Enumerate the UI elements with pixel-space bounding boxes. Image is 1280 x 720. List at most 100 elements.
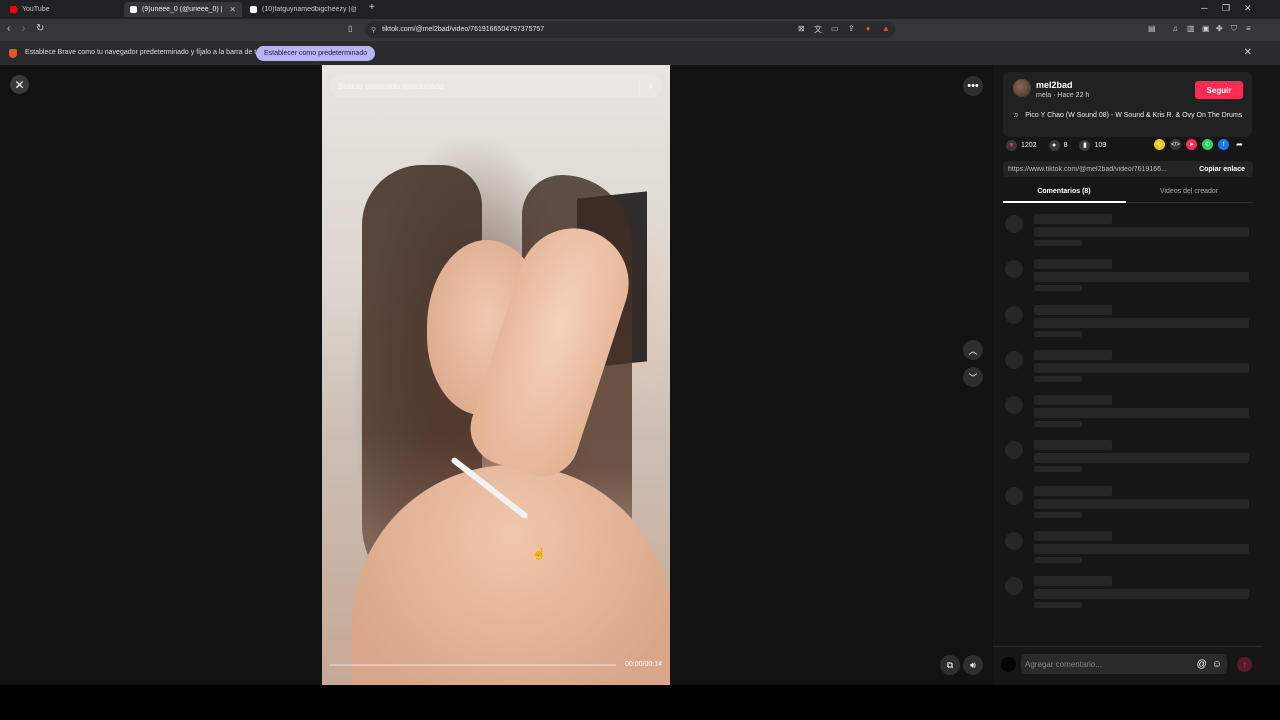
brave-rewards-icon[interactable]: ▲ <box>882 24 890 33</box>
skeleton-placeholder <box>1034 317 1249 328</box>
more-options-button[interactable]: ••• <box>963 76 983 96</box>
emoji-icon[interactable]: ☺ <box>1212 659 1222 670</box>
video-link[interactable]: https://www.tiktok.com/@mel2bad/video/76… <box>1008 166 1199 173</box>
comment-skeleton <box>1003 347 1253 392</box>
skeleton-placeholder <box>1034 511 1082 518</box>
follow-button[interactable]: Seguir <box>1195 81 1243 99</box>
skeleton-placeholder <box>1034 285 1082 292</box>
media-icon[interactable]: ⊠ <box>798 24 805 33</box>
tab-title: (9)urieee_0 (@urieee_0) | TikT <box>142 6 223 13</box>
avatar <box>1001 657 1016 672</box>
back-icon[interactable]: ‹ <box>7 23 10 34</box>
skeleton-placeholder <box>1034 375 1082 382</box>
default-browser-infobar: Establece Brave como tu navegador predet… <box>0 40 1280 65</box>
music-link[interactable]: ♫ Pico Y Chao (W Sound 08) - W Sound & K… <box>1013 112 1242 119</box>
tab-youtube[interactable]: YouTube <box>4 2 122 17</box>
author-username[interactable]: mel2bad <box>1036 80 1073 90</box>
send-to-friends-icon[interactable]: ➤ <box>1186 139 1197 150</box>
mention-icon[interactable]: @ <box>1197 659 1207 670</box>
close-window-icon[interactable]: ✕ <box>1244 3 1252 14</box>
comment-skeleton <box>1003 483 1253 528</box>
translate-icon[interactable]: 文 <box>814 24 822 35</box>
minimize-icon[interactable]: ─ <box>1201 3 1207 13</box>
tiktok-icon <box>250 6 257 13</box>
video-player[interactable] <box>322 65 670 685</box>
skeleton-placeholder <box>1034 362 1249 373</box>
set-default-button[interactable]: Establecer como predeterminado <box>256 46 376 61</box>
save-count: 109 <box>1094 141 1107 149</box>
tab-urieee[interactable]: (9)urieee_0 (@urieee_0) | TikT ✕ <box>124 2 242 17</box>
share-buttons: ↻ </> ➤ ✆ f ➦ <box>1154 139 1250 150</box>
video-time: 00:00/00:14 <box>625 661 662 668</box>
music-icon[interactable]: ♫ <box>1172 24 1178 33</box>
cast-icon[interactable]: ▭ <box>831 24 839 33</box>
sidebar-icon[interactable]: ▥ <box>1187 24 1195 33</box>
comment-input[interactable]: Agregar comentario... @ ☺ <box>1021 654 1227 674</box>
skeleton-placeholder <box>1034 304 1112 315</box>
send-comment-button[interactable]: ↑ <box>1237 657 1252 672</box>
close-infobar-icon[interactable]: ✕ <box>1244 47 1252 58</box>
volume-button[interactable]: 🔊︎ <box>963 655 983 675</box>
brave-logo-icon <box>9 49 17 58</box>
skeleton-placeholder <box>1005 577 1023 596</box>
skeleton-placeholder <box>1034 544 1249 555</box>
video-progress-bar[interactable] <box>330 664 616 666</box>
author-subtitle: mela · Hace 22 h <box>1036 92 1090 99</box>
close-video-button[interactable]: ✕ <box>10 75 29 94</box>
share-page-icon[interactable]: ⇪ <box>848 24 855 33</box>
restore-icon[interactable]: ❐ <box>1222 3 1230 14</box>
skeleton-placeholder <box>1005 532 1023 551</box>
reload-icon[interactable]: ↻ <box>36 23 44 34</box>
vpn-icon[interactable]: ⛉ <box>1231 24 1237 34</box>
skeleton-placeholder <box>1005 486 1023 505</box>
video-details-panel: mel2bad mela · Hace 22 h Seguir ♫ Pico Y… <box>993 65 1262 685</box>
close-tab-icon[interactable]: ✕ <box>229 5 236 14</box>
search-icon[interactable]: ⌕ <box>648 81 654 92</box>
next-video-button[interactable]: ﹀ <box>963 367 983 387</box>
page-scrollbar[interactable] <box>1262 65 1280 685</box>
skeleton-placeholder <box>1034 557 1082 564</box>
tab-creator-videos[interactable]: Videos del creador <box>1128 188 1250 195</box>
skeleton-placeholder <box>1034 440 1112 451</box>
menu-icon[interactable]: ≡ <box>1246 24 1251 33</box>
avatar[interactable] <box>1013 79 1031 97</box>
tab-fatguy[interactable]: (10)fatguynamedbigcheezy (@fatgu <box>244 2 362 17</box>
comment-skeleton <box>1003 528 1253 573</box>
mouse-cursor-icon: ☝ <box>532 548 546 560</box>
comment-placeholder: Agregar comentario... <box>1025 659 1102 669</box>
brave-shields-icon[interactable]: ♦ <box>866 24 870 33</box>
infobar-message: Establece Brave como tu navegador predet… <box>25 49 274 56</box>
comment-skeleton <box>1003 256 1253 301</box>
tab-comments[interactable]: Comentarios (8) <box>1003 188 1125 195</box>
address-toolbar: ‹ › ↻ ▯ ⚲ tiktok.com/@mel2bad/video/7619… <box>0 19 1280 40</box>
copy-link-button[interactable]: Copiar enlace <box>1199 166 1245 173</box>
like-icon[interactable]: ♥ <box>1006 139 1017 151</box>
share-more-icon[interactable]: ➦ <box>1234 139 1245 150</box>
wallet-icon[interactable]: ▣ <box>1202 24 1210 33</box>
facebook-icon[interactable]: f <box>1218 139 1229 150</box>
panel-tabs: Comentarios (8) Videos del creador <box>1003 183 1253 203</box>
screen-bottom <box>0 685 1280 720</box>
previous-video-button[interactable]: ︿ <box>963 340 983 360</box>
repost-icon[interactable]: ↻ <box>1154 139 1165 150</box>
skeleton-placeholder <box>1034 330 1082 337</box>
comment-icon[interactable]: ● <box>1048 139 1060 151</box>
floating-player-button[interactable]: ⧉ <box>940 655 960 675</box>
related-search-input[interactable]: Buscar contenido relacionado ⌕ <box>330 75 662 98</box>
whatsapp-icon[interactable]: ✆ <box>1202 139 1213 150</box>
forward-icon[interactable]: › <box>22 23 25 34</box>
skeleton-placeholder <box>1034 272 1249 283</box>
skeleton-placeholder <box>1034 408 1249 419</box>
site-info-icon[interactable]: ⚲ <box>371 26 376 34</box>
reader-mode-icon[interactable]: ▤ <box>1148 24 1156 33</box>
new-tab-button[interactable]: + <box>369 2 375 13</box>
bookmark-icon[interactable]: ▯ <box>348 24 352 33</box>
copy-link-box: https://www.tiktok.com/@mel2bad/video/76… <box>1003 161 1253 177</box>
comments-loading-list <box>1003 211 1253 619</box>
comment-skeleton <box>1003 392 1253 437</box>
embed-icon[interactable]: </> <box>1170 139 1181 150</box>
bookmark-icon[interactable]: ▮ <box>1079 139 1091 151</box>
skeleton-placeholder <box>1034 259 1112 270</box>
extensions-icon[interactable]: ✤ <box>1216 24 1223 33</box>
search-divider <box>639 79 641 94</box>
